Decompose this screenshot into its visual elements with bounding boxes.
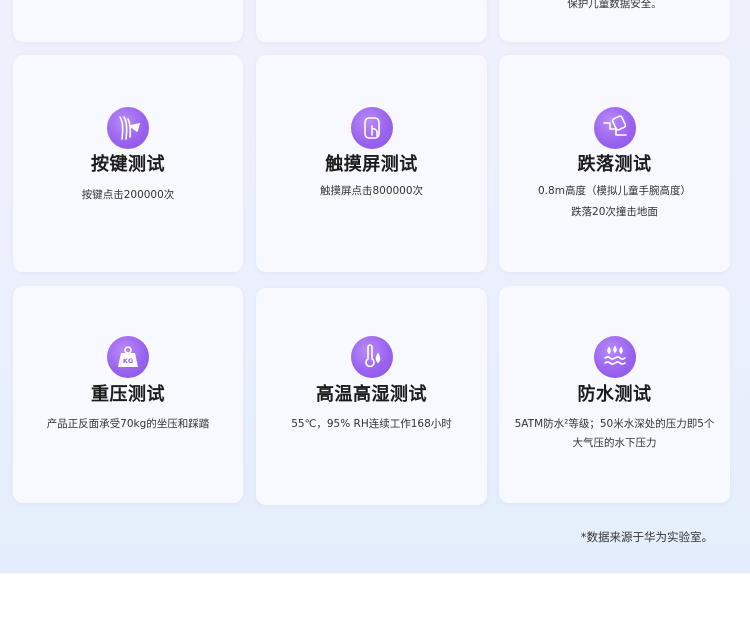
- button-press-icon: [107, 107, 149, 149]
- source-footnote: *数据来源于华为实验室。: [580, 530, 713, 544]
- top-card-3-desc: 保护儿童数据安全。: [567, 0, 662, 10]
- card-touchscreen-test: 触摸屏测试 触摸屏点击800000次: [256, 55, 487, 272]
- feature-panel: 保护儿童数据安全。 按键测试 按键点击200000次 触摸屏测试 触摸屏点击80…: [0, 0, 750, 573]
- card-desc-line: 跌落20次撞击地面: [571, 206, 658, 218]
- card-desc-line: 55℃，95% RH连续工作168小时: [291, 418, 452, 430]
- card-title: 按键测试: [91, 154, 165, 175]
- water-waves-icon: [593, 336, 636, 378]
- card-desc-line: 按键点击200000次: [81, 189, 175, 201]
- card-title: 跌落测试: [577, 154, 652, 175]
- drop-test-icon: [593, 107, 636, 149]
- card-title: 重压测试: [91, 384, 165, 405]
- card-heat-humidity-test: 高温高湿测试 55℃，95% RH连续工作168小时: [256, 288, 487, 505]
- top-card-1: [13, 0, 243, 42]
- card-title: 防水测试: [577, 384, 652, 405]
- card-drop-test: 跌落测试 0.8m高度（模拟儿童手腕高度） 跌落20次撞击地面: [499, 55, 730, 272]
- card-desc-line: 5ATM防水²等级；50米水深处的压力即5个: [514, 418, 715, 430]
- svg-text:KG: KG: [123, 357, 133, 365]
- kg-weight-icon: KG: [107, 336, 149, 378]
- card-title: 高温高湿测试: [316, 384, 427, 405]
- top-card-2: [256, 0, 487, 42]
- card-waterproof-test: 防水测试 5ATM防水²等级；50米水深处的压力即5个 大气压的水下压力: [499, 286, 730, 503]
- card-button-test: 按键测试 按键点击200000次: [13, 55, 243, 272]
- thermometer-droplet-icon: [350, 336, 393, 378]
- card-title: 触摸屏测试: [325, 154, 418, 175]
- card-desc-line: 0.8m高度（模拟儿童手腕高度）: [538, 185, 691, 197]
- card-pressure-test: KG 重压测试 产品正反面承受70kg的坐压和踩踏: [13, 286, 243, 503]
- card-desc-line: 大气压的水下压力: [572, 437, 657, 449]
- card-desc-line: 产品正反面承受70kg的坐压和踩踏: [46, 418, 210, 430]
- card-desc-line: 触摸屏点击800000次: [319, 185, 424, 197]
- top-card-3: 保护儿童数据安全。: [499, 0, 730, 42]
- touchscreen-tap-icon: [350, 107, 393, 149]
